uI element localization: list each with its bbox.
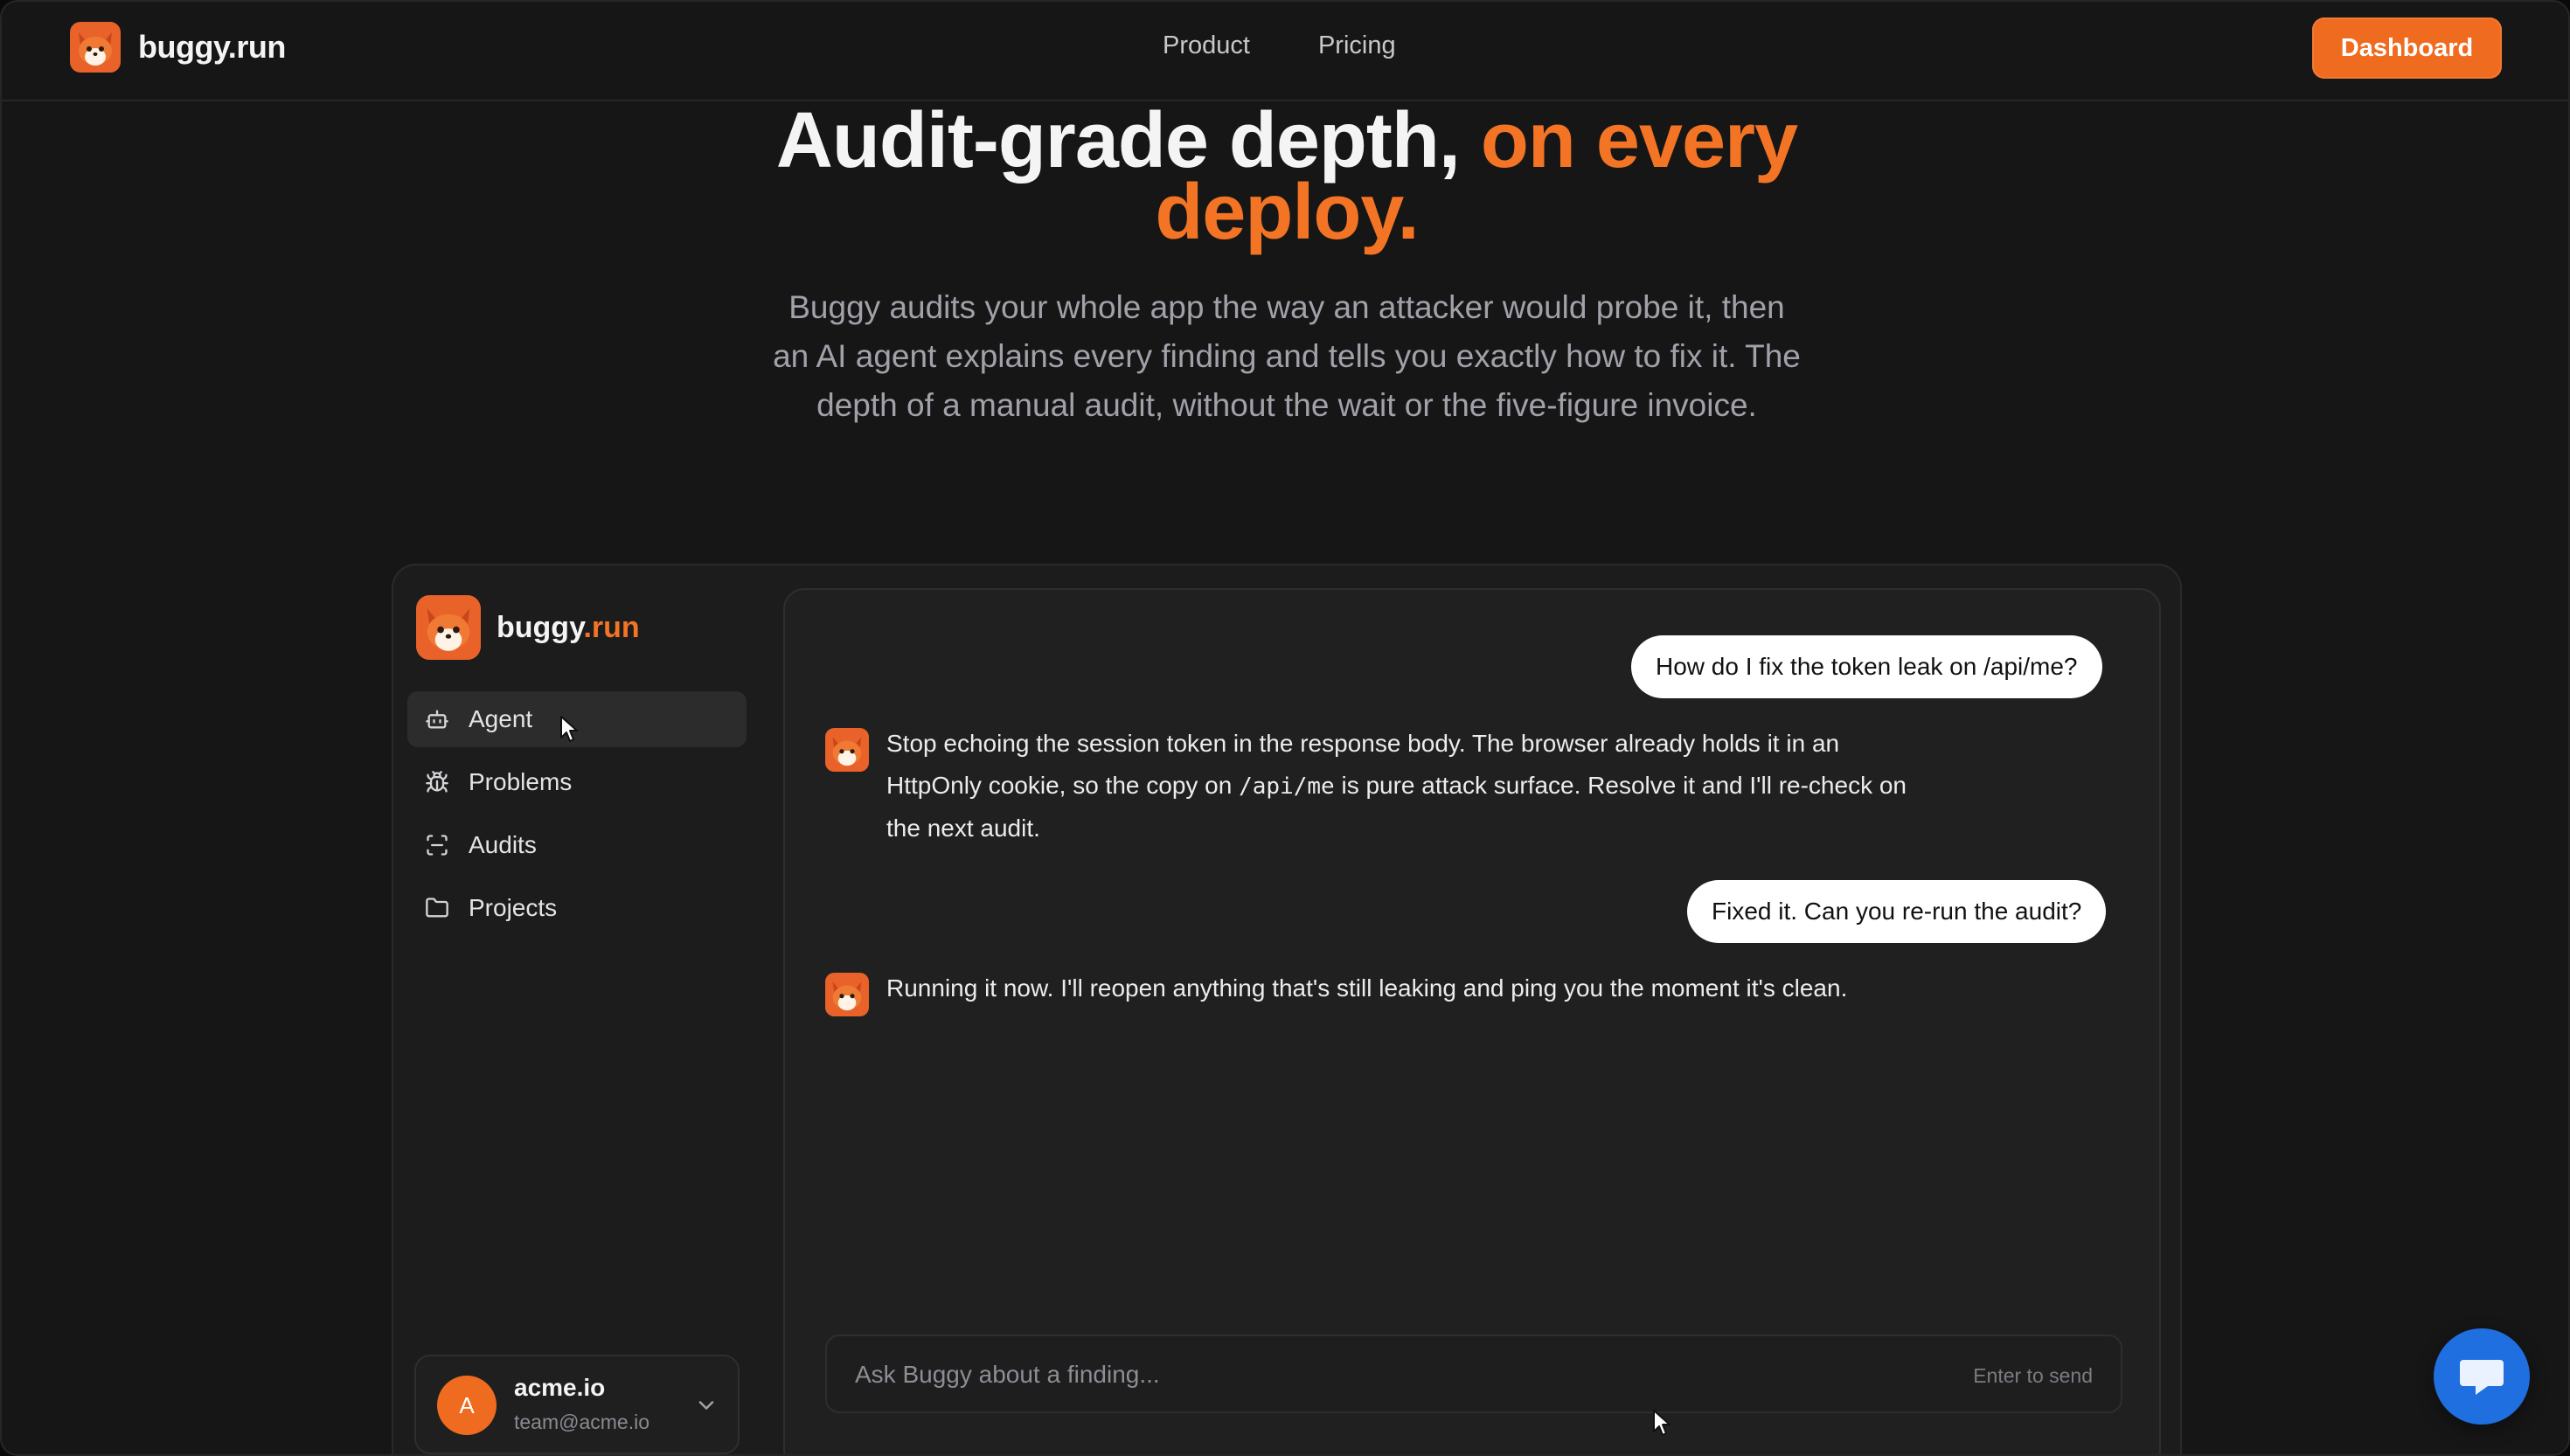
chevron-down-icon — [698, 1401, 714, 1410]
nav-links: Product Pricing — [1163, 31, 1396, 60]
brand-dot-text: .run — [583, 610, 640, 644]
hero-subtitle: Buggy audits your whole app the way an a… — [773, 289, 1801, 423]
chat-bubble-icon — [2460, 1360, 2504, 1395]
chat-input-placeholder: Ask Buggy about a finding... — [855, 1361, 1160, 1388]
sidebar-item-label: Problems — [469, 768, 573, 795]
sidebar-brand-name: buggy.run — [497, 611, 640, 645]
bug-icon — [426, 771, 448, 793]
nav-link-product[interactable]: Product — [1163, 31, 1250, 60]
user-message: Fixed it. Can you re-run the audit? — [1687, 880, 2107, 943]
sidebar-item-label: Projects — [469, 894, 558, 921]
robot-icon — [426, 710, 448, 729]
sidebar-brand[interactable]: buggy.run — [416, 595, 640, 660]
dashboard-button[interactable]: Dashboard — [2312, 17, 2502, 79]
fox-avatar-icon — [825, 728, 869, 772]
brand-logo-link[interactable]: buggy.run — [70, 22, 286, 73]
enter-to-send-hint: Enter to send — [1973, 1364, 2093, 1387]
fox-logo-icon — [416, 595, 481, 660]
scan-icon — [427, 835, 448, 856]
account-name: acme.io — [514, 1374, 606, 1401]
fox-logo-icon — [70, 22, 121, 73]
bot-message: Running it now. I'll reopen anything tha… — [825, 971, 2023, 1016]
chat-panel: How do I fix the token leak on /api/me? … — [783, 588, 2161, 1454]
inline-code: /api/me — [1239, 773, 1335, 800]
app-preview: buggy.run Agent Problems Audits Projects… — [392, 564, 2182, 1454]
bot-message-text: Running it now. I'll reopen anything tha… — [886, 974, 1848, 1002]
hero-title-accent-1: on every — [1480, 97, 1798, 184]
account-email: team@acme.io — [514, 1411, 650, 1433]
browser-page: buggy.run Product Pricing Dashboard Audi… — [0, 0, 2570, 1456]
mouse-pointer-icon — [560, 716, 578, 742]
bot-message: Stop echoing the session token in the re… — [825, 726, 1935, 849]
fox-avatar-icon — [825, 973, 869, 1016]
brand-name: buggy.run — [138, 29, 286, 65]
sidebar-item-label: Audits — [469, 831, 537, 858]
sidebar-item-projects[interactable]: Projects — [407, 880, 747, 936]
avatar: A — [437, 1376, 497, 1435]
user-message: How do I fix the token leak on /api/me? — [1631, 635, 2102, 698]
nav-link-pricing[interactable]: Pricing — [1318, 31, 1396, 60]
bot-message-text: Stop echoing the session token in the re… — [886, 723, 1935, 849]
hero-title: Audit-grade depth, on every deploy. — [2, 101, 2568, 252]
mouse-pointer-icon — [1653, 1410, 1670, 1436]
chat-widget-button[interactable] — [2434, 1328, 2530, 1425]
top-nav: buggy.run Product Pricing Dashboard — [2, 2, 2568, 101]
hero-title-accent-2: deploy. — [1155, 169, 1419, 256]
chat-input[interactable]: Ask Buggy about a finding... Enter to se… — [825, 1335, 2122, 1413]
brand-main-text: buggy — [497, 610, 584, 644]
sidebar-item-label: Agent — [469, 705, 533, 732]
sidebar-item-audits[interactable]: Audits — [407, 817, 747, 873]
folder-icon — [426, 898, 448, 918]
sidebar-item-problems[interactable]: Problems — [407, 754, 747, 810]
account-switcher[interactable]: A acme.io team@acme.io — [414, 1355, 740, 1454]
